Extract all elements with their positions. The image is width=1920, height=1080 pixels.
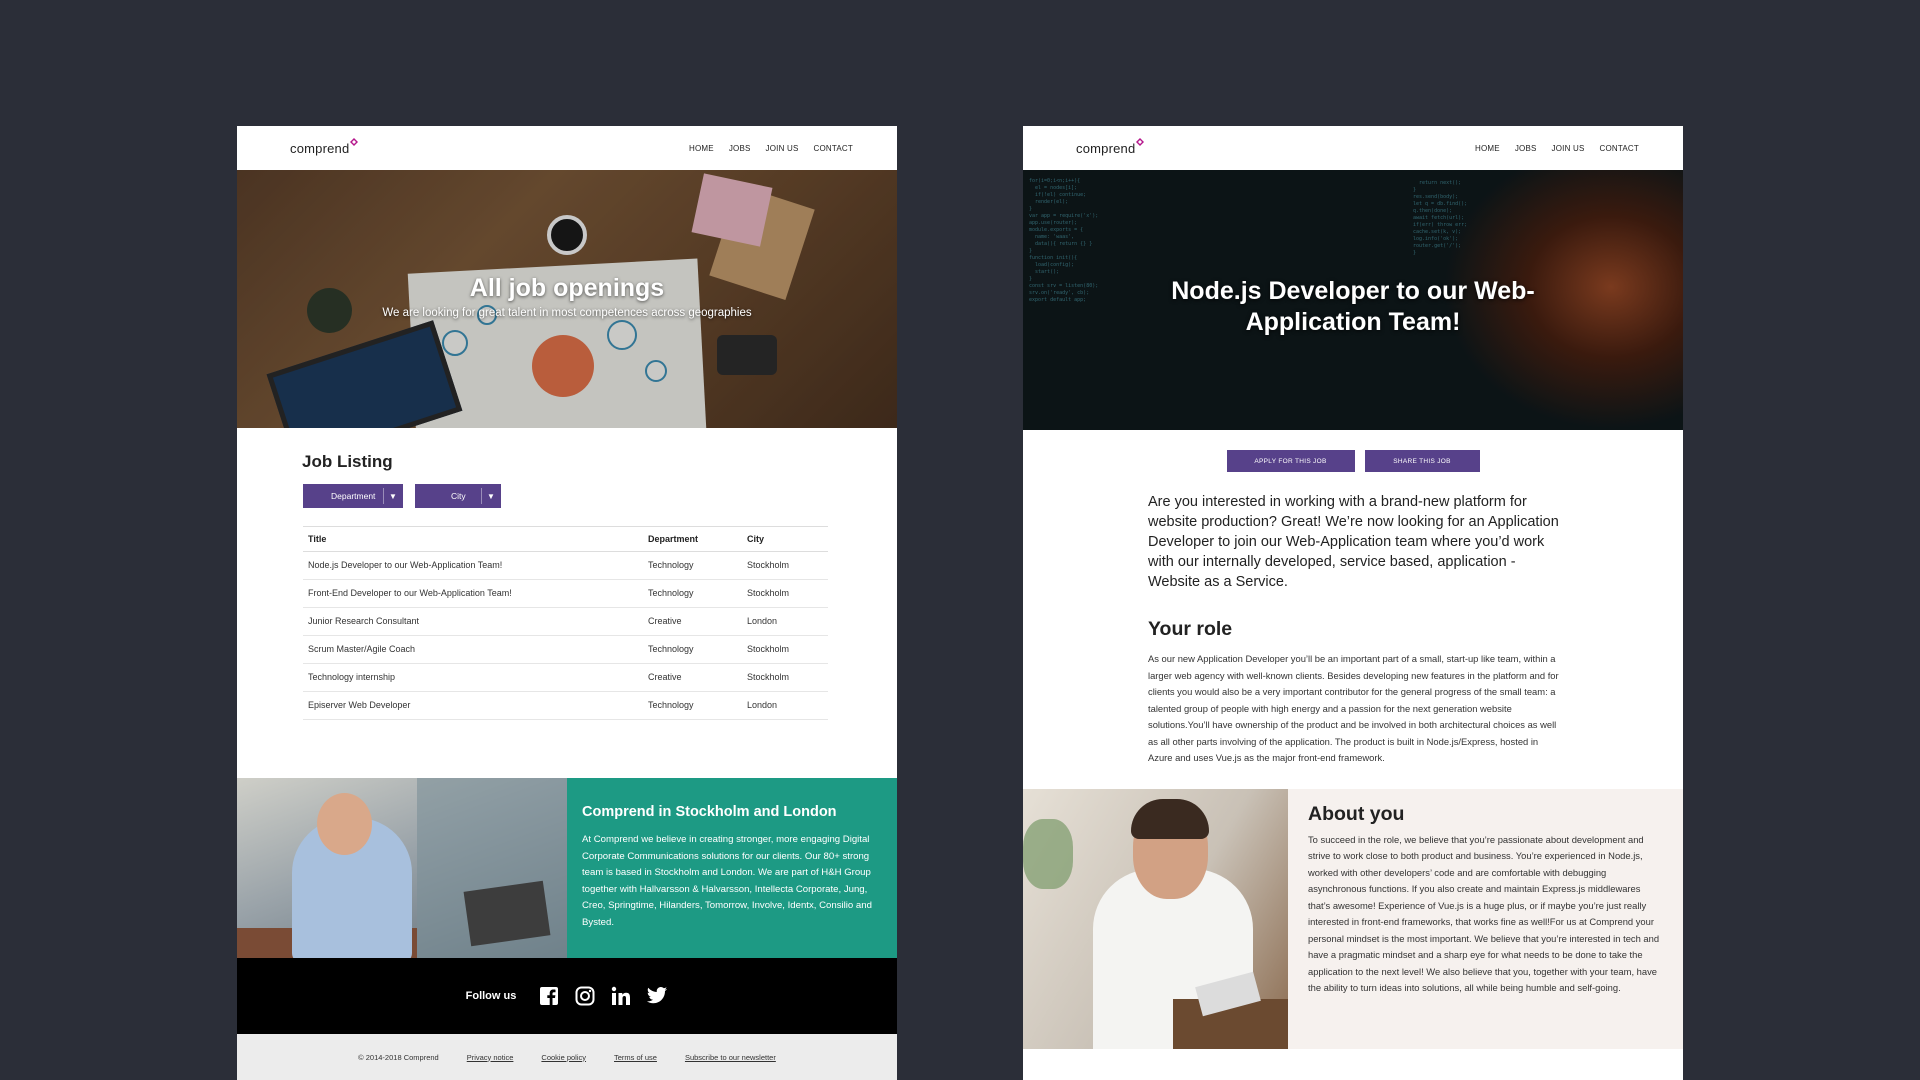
logo-mark-icon xyxy=(350,137,359,146)
job-hero-banner: for(i=0;i<n;i++){ el = nodes[i]; if(!el)… xyxy=(1023,170,1683,430)
column-header-city[interactable]: City xyxy=(742,526,828,552)
job-city: Stockholm xyxy=(742,579,828,608)
role-text: As our new Application Developer you’ll … xyxy=(1148,653,1559,763)
table-row[interactable]: Node.js Developer to our Web-Application… xyxy=(303,551,828,580)
job-department: Technology xyxy=(643,579,742,608)
chevron-down-icon: ▼ xyxy=(481,484,501,508)
nav-home[interactable]: HOME xyxy=(1475,144,1500,153)
nav-join-us[interactable]: JOIN US xyxy=(1552,144,1585,153)
job-city: London xyxy=(742,607,828,636)
about-photo xyxy=(1023,788,1288,1049)
logo[interactable]: comprend xyxy=(290,137,359,156)
table-row[interactable]: Front-End Developer to our Web-Applicati… xyxy=(303,579,828,608)
job-city: Stockholm xyxy=(742,551,828,580)
nav-home[interactable]: HOME xyxy=(689,144,714,153)
job-actions: APPLY FOR THIS JOB SHARE THIS JOB xyxy=(1023,430,1683,472)
site-header: comprend HOME JOBS JOIN US CONTACT xyxy=(237,126,897,170)
job-title[interactable]: Front-End Developer to our Web-Applicati… xyxy=(303,579,643,608)
footer-link-privacy[interactable]: Privacy notice xyxy=(467,1053,514,1062)
table-row[interactable]: Scrum Master/Agile Coach Technology Stoc… xyxy=(303,635,828,664)
photo-hair xyxy=(1131,798,1209,839)
office-photo xyxy=(237,778,567,958)
job-city: Stockholm xyxy=(742,663,828,692)
promo-text-block: Comprend in Stockholm and London At Comp… xyxy=(567,778,897,958)
apply-button[interactable]: APPLY FOR THIS JOB xyxy=(1226,450,1355,472)
job-listing-section: Job Listing Department ▼ City ▼ Title De… xyxy=(237,428,897,778)
hero-image-code: return next(); } res.send(body); let q =… xyxy=(1413,180,1468,256)
photo-laptop xyxy=(463,880,551,947)
footer-link-cookie[interactable]: Cookie policy xyxy=(541,1053,586,1062)
about-you-section: About you To succeed in the role, we bel… xyxy=(1023,788,1683,1049)
main-nav: HOME JOBS JOIN US CONTACT xyxy=(1475,144,1639,153)
job-department: Creative xyxy=(643,607,742,636)
hero-banner: All job openings We are looking for grea… xyxy=(237,170,897,428)
job-department: Creative xyxy=(643,663,742,692)
department-dropdown[interactable]: Department ▼ xyxy=(303,484,403,508)
nav-jobs[interactable]: JOBS xyxy=(729,144,751,153)
promo-text: At Comprend we believe in creating stron… xyxy=(582,834,872,928)
job-title[interactable]: Node.js Developer to our Web-Application… xyxy=(303,551,643,580)
column-header-department[interactable]: Department xyxy=(643,526,742,552)
job-department: Technology xyxy=(643,551,742,580)
hero-title: All job openings xyxy=(469,274,665,302)
copyright: © 2014-2018 Comprend xyxy=(358,1052,439,1062)
logo-mark-icon xyxy=(1136,137,1145,146)
promo-title: Comprend in Stockholm and London xyxy=(582,804,837,820)
table-row[interactable]: Junior Research Consultant Creative Lond… xyxy=(303,607,828,636)
logo[interactable]: comprend xyxy=(1076,137,1145,156)
job-table: Title Department City Node.js Developer … xyxy=(303,526,828,720)
nav-contact[interactable]: CONTACT xyxy=(1600,144,1639,153)
instagram-icon[interactable] xyxy=(574,985,596,1007)
job-department: Technology xyxy=(643,691,742,720)
role-title: Your role xyxy=(1148,618,1233,640)
follow-label: Follow us xyxy=(465,990,517,1002)
share-button[interactable]: SHARE THIS JOB xyxy=(1364,450,1480,472)
about-text-block: About you To succeed in the role, we bel… xyxy=(1288,789,1683,1049)
job-listing-page: comprend HOME JOBS JOIN US CONTACT All j… xyxy=(237,126,897,1080)
job-title[interactable]: Scrum Master/Agile Coach xyxy=(303,635,643,664)
nav-jobs[interactable]: JOBS xyxy=(1515,144,1537,153)
facebook-icon[interactable] xyxy=(538,985,560,1007)
city-dropdown-label: City xyxy=(451,491,466,501)
site-footer: © 2014-2018 Comprend Privacy notice Cook… xyxy=(237,1034,897,1080)
job-title[interactable]: Technology internship xyxy=(303,663,643,692)
section-title: Job Listing xyxy=(302,452,393,471)
footer-link-newsletter[interactable]: Subscribe to our newsletter xyxy=(685,1053,776,1062)
site-header: comprend HOME JOBS JOIN US CONTACT xyxy=(1023,126,1683,170)
hero-subtitle: We are looking for great talent in most … xyxy=(382,307,752,319)
job-intro: Are you interested in working with a bra… xyxy=(1148,494,1559,590)
hero-image-code: for(i=0;i<n;i++){ el = nodes[i]; if(!el)… xyxy=(1029,178,1099,303)
job-title[interactable]: Junior Research Consultant xyxy=(303,607,643,636)
main-nav: HOME JOBS JOIN US CONTACT xyxy=(689,144,853,153)
role-section: Your role As our new Application Develop… xyxy=(1148,618,1560,767)
footer-link-terms[interactable]: Terms of use xyxy=(614,1053,657,1062)
job-title[interactable]: Episerver Web Developer xyxy=(303,691,643,720)
table-header-row: Title Department City xyxy=(303,526,828,552)
photo-plant xyxy=(1023,818,1073,889)
nav-join-us[interactable]: JOIN US xyxy=(766,144,799,153)
social-bar: Follow us xyxy=(237,958,897,1034)
job-city: London xyxy=(742,691,828,720)
job-title-heading: Node.js Developer to our Web-Application… xyxy=(1171,277,1535,336)
office-promo: Comprend in Stockholm and London At Comp… xyxy=(237,778,897,958)
column-header-title[interactable]: Title xyxy=(303,526,643,552)
twitter-icon[interactable] xyxy=(646,985,668,1007)
job-detail-page: comprend HOME JOBS JOIN US CONTACT for(i… xyxy=(1023,126,1683,1080)
job-department: Technology xyxy=(643,635,742,664)
nav-contact[interactable]: CONTACT xyxy=(814,144,853,153)
about-title: About you xyxy=(1308,802,1405,825)
photo-head xyxy=(317,793,372,855)
table-row[interactable]: Episerver Web Developer Technology Londo… xyxy=(303,691,828,720)
table-row[interactable]: Technology internship Creative Stockholm xyxy=(303,663,828,692)
department-dropdown-label: Department xyxy=(331,491,376,501)
chevron-down-icon: ▼ xyxy=(383,484,403,508)
about-text: To succeed in the role, we believe that … xyxy=(1308,833,1660,994)
city-dropdown[interactable]: City ▼ xyxy=(415,484,501,508)
filter-bar: Department ▼ City ▼ xyxy=(303,484,831,508)
job-description: Are you interested in working with a bra… xyxy=(1023,492,1683,767)
job-city: Stockholm xyxy=(742,635,828,664)
linkedin-icon[interactable] xyxy=(610,985,632,1007)
